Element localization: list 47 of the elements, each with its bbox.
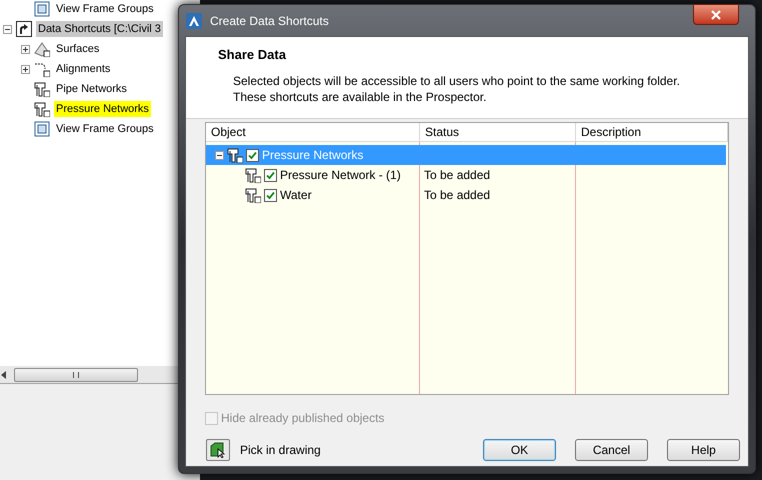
object-name: Pressure Networks — [262, 147, 364, 164]
collapse-icon[interactable] — [215, 150, 224, 160]
tree-item[interactable]: View Frame Groups — [54, 120, 156, 138]
status-cell-text: To be added — [423, 187, 492, 204]
status-cell-text: To be added — [423, 167, 492, 184]
dialog-title: Create Data Shortcuts — [210, 12, 329, 30]
frame-grid-icon — [34, 121, 50, 137]
close-button[interactable] — [693, 4, 739, 25]
pipe-network-icon — [245, 167, 261, 183]
surface-icon — [34, 41, 50, 57]
checkbox[interactable] — [264, 168, 277, 182]
pick-button[interactable] — [206, 439, 230, 461]
collapse-icon[interactable] — [3, 24, 12, 34]
tree-item[interactable]: Surfaces — [54, 40, 102, 58]
cube-cursor-icon — [210, 442, 226, 458]
tree-item[interactable]: View Frame Groups — [54, 0, 156, 18]
tree-item[interactable]: Pressure Networks — [54, 100, 151, 118]
scrollbar-thumb[interactable] — [14, 368, 138, 382]
dialog-button[interactable]: Help — [667, 439, 740, 461]
tree-item[interactable]: Alignments — [54, 60, 112, 78]
section-heading: Share Data — [218, 46, 287, 64]
checkbox-label: Hide already published objects — [221, 410, 384, 427]
table-row[interactable]: Pressure Network - (1) To be added — [206, 165, 726, 185]
column-header[interactable]: Status — [420, 123, 576, 141]
app-logo-icon — [186, 12, 202, 28]
pipe-network-icon — [34, 101, 50, 117]
close-icon — [711, 10, 721, 20]
tree-item[interactable]: Pipe Networks — [54, 80, 129, 98]
expand-icon[interactable] — [21, 64, 30, 74]
dialog-button[interactable]: Cancel — [575, 439, 648, 461]
alignment-icon — [34, 61, 50, 77]
description-text: Selected objects will be accessible to all users who point to the same working folder. These shortcuts are available in the Prospector. — [232, 72, 681, 104]
column-header[interactable]: Description — [576, 123, 728, 141]
pipe-network-icon — [227, 147, 243, 163]
pipe-network-icon — [34, 81, 50, 97]
object-name: Water — [280, 187, 312, 204]
object-name: Pressure Network - (1) — [280, 167, 401, 184]
pick-label: Pick in drawing — [240, 442, 321, 459]
pipe-network-icon — [245, 187, 261, 203]
column-header[interactable]: Object — [206, 123, 420, 141]
scroll-left-icon[interactable] — [1, 370, 6, 378]
dialog-button[interactable]: OK — [483, 439, 556, 461]
expand-icon[interactable] — [21, 44, 30, 54]
table-row[interactable]: Water To be added — [206, 185, 726, 205]
checkbox[interactable] — [264, 188, 277, 202]
tree-item[interactable]: Data Shortcuts [C:\Civil 3 — [36, 20, 163, 38]
checkbox[interactable] — [246, 148, 259, 162]
